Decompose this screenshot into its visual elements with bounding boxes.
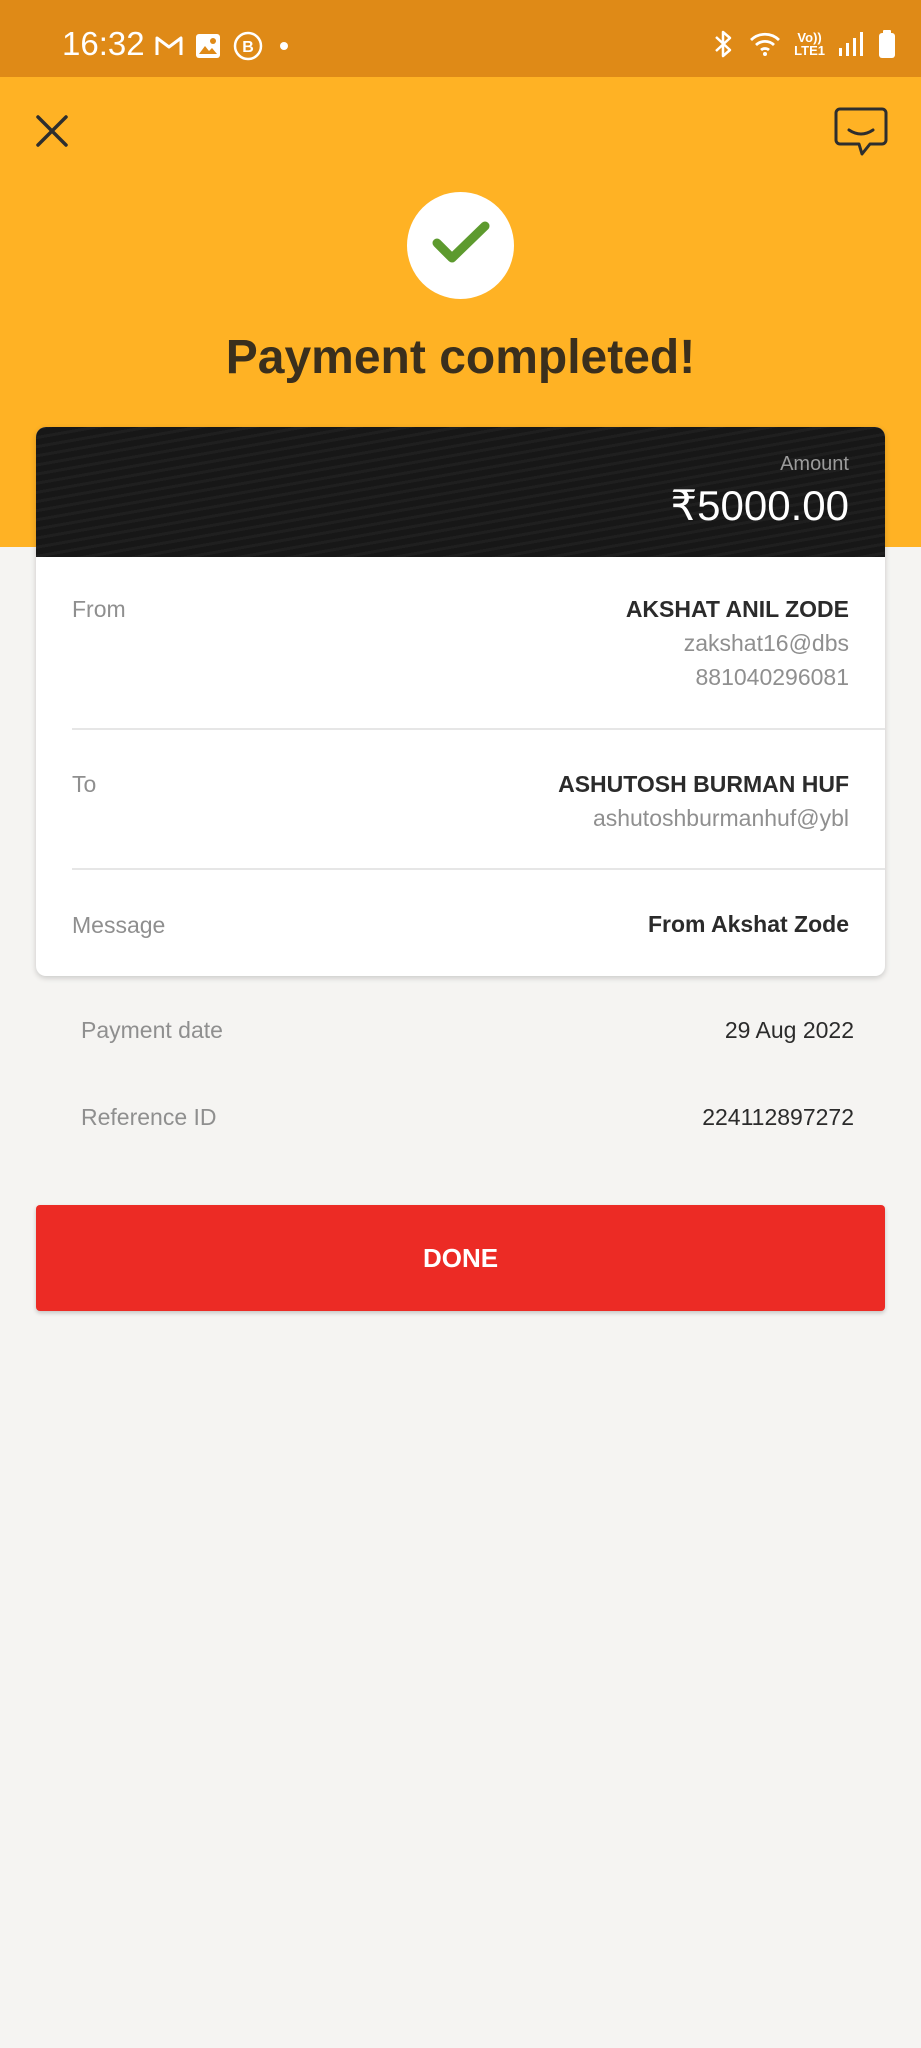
payment-date-row: Payment date 29 Aug 2022: [81, 1010, 854, 1050]
checkmark-icon: [431, 220, 491, 271]
volte-icon: Vo)) LTE1: [794, 31, 825, 57]
divider: [72, 868, 885, 870]
gmail-icon: [154, 34, 184, 58]
status-time: 16:32: [62, 25, 145, 62]
done-button[interactable]: DONE: [36, 1205, 885, 1311]
status-bar: 16:32 B Vo)) LTE1: [0, 0, 921, 77]
signal-icon: [837, 30, 865, 58]
payment-card: Amount ₹5000.00 From AKSHAT ANIL ZODE za…: [36, 427, 885, 976]
divider: [72, 728, 885, 730]
amount-label: Amount: [780, 453, 849, 475]
payment-date-label: Payment date: [81, 1017, 223, 1043]
from-name: AKSHAT ANIL ZODE: [625, 596, 849, 622]
gallery-icon: [194, 32, 222, 60]
to-details: ASHUTOSH BURMAN HUF ashutoshburmanhuf@yb…: [558, 767, 849, 835]
to-name: ASHUTOSH BURMAN HUF: [558, 771, 849, 797]
amount-band: Amount ₹5000.00: [36, 427, 885, 557]
message-label: Message: [72, 912, 166, 938]
from-handle: zakshat16@dbs: [683, 630, 849, 656]
message-value: From Akshat Zode: [647, 911, 849, 937]
reference-id-value: 224112897272: [702, 1104, 854, 1130]
to-handle: ashutoshburmanhuf@ybl: [592, 805, 849, 831]
from-account: 881040296081: [695, 664, 850, 690]
battery-icon: [877, 29, 897, 59]
dot-icon: [274, 36, 294, 56]
payment-date-value: 29 Aug 2022: [724, 1017, 854, 1043]
close-button[interactable]: [26, 107, 78, 159]
from-details: AKSHAT ANIL ZODE zakshat16@dbs 881040296…: [626, 592, 849, 694]
wifi-icon: [748, 29, 782, 59]
svg-text:B: B: [242, 39, 254, 56]
volte-bottom-label: LTE1: [794, 43, 825, 58]
reference-id-label: Reference ID: [81, 1104, 217, 1130]
close-icon: [34, 113, 70, 154]
page-title: Payment completed!: [225, 331, 696, 384]
reference-id-row: Reference ID 224112897272: [81, 1097, 854, 1137]
bluetooth-icon: [710, 28, 736, 60]
system-icons: Vo)) LTE1: [710, 26, 897, 62]
notification-icons: B: [154, 30, 294, 62]
to-label: To: [72, 771, 97, 797]
business-chat-icon: B: [232, 30, 264, 62]
success-badge: [407, 192, 514, 299]
chat-button[interactable]: [831, 104, 891, 164]
from-label: From: [72, 596, 126, 622]
amount-value: ₹5000.00: [670, 482, 849, 529]
done-button-label: DONE: [422, 1242, 499, 1273]
chat-icon: [834, 106, 888, 163]
